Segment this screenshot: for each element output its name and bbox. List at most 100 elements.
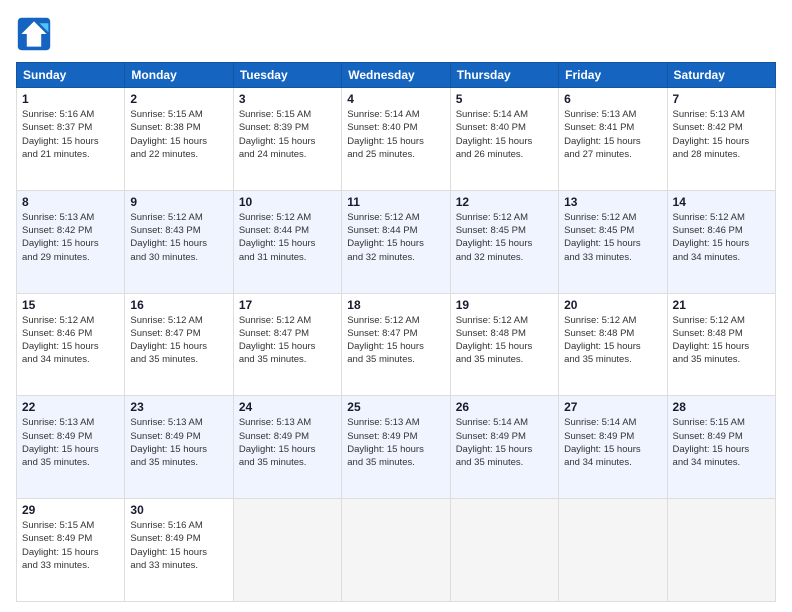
calendar-cell: 2 Sunrise: 5:15 AM Sunset: 8:38 PM Daylig… (125, 88, 233, 191)
calendar-cell (233, 499, 341, 602)
calendar-cell: 26 Sunrise: 5:14 AM Sunset: 8:49 PM Dayli… (450, 396, 558, 499)
day-number: 5 (456, 92, 553, 106)
day-info: Sunrise: 5:13 AM Sunset: 8:49 PM Dayligh… (239, 416, 336, 469)
day-number: 26 (456, 400, 553, 414)
day-info: Sunrise: 5:12 AM Sunset: 8:48 PM Dayligh… (456, 314, 553, 367)
day-info: Sunrise: 5:14 AM Sunset: 8:49 PM Dayligh… (564, 416, 661, 469)
calendar-cell: 21 Sunrise: 5:12 AM Sunset: 8:48 PM Dayli… (667, 293, 775, 396)
day-info: Sunrise: 5:15 AM Sunset: 8:39 PM Dayligh… (239, 108, 336, 161)
calendar-cell: 17 Sunrise: 5:12 AM Sunset: 8:47 PM Dayli… (233, 293, 341, 396)
calendar-week-row: 22 Sunrise: 5:13 AM Sunset: 8:49 PM Dayli… (17, 396, 776, 499)
day-number: 2 (130, 92, 227, 106)
day-number: 29 (22, 503, 119, 517)
weekday-header-thursday: Thursday (450, 63, 558, 88)
day-info: Sunrise: 5:12 AM Sunset: 8:46 PM Dayligh… (22, 314, 119, 367)
header (16, 16, 776, 52)
day-number: 8 (22, 195, 119, 209)
calendar-week-row: 1Sunrise: 5:16 AM Sunset: 8:37 PM Daylig… (17, 88, 776, 191)
weekday-header-friday: Friday (559, 63, 667, 88)
day-number: 9 (130, 195, 227, 209)
calendar-cell: 15 Sunrise: 5:12 AM Sunset: 8:46 PM Dayli… (17, 293, 125, 396)
logo (16, 16, 56, 52)
day-info: Sunrise: 5:12 AM Sunset: 8:46 PM Dayligh… (673, 211, 770, 264)
calendar-cell: 19 Sunrise: 5:12 AM Sunset: 8:48 PM Dayli… (450, 293, 558, 396)
calendar-cell: 16 Sunrise: 5:12 AM Sunset: 8:47 PM Dayli… (125, 293, 233, 396)
calendar-cell: 8 Sunrise: 5:13 AM Sunset: 8:42 PM Daylig… (17, 190, 125, 293)
day-info: Sunrise: 5:12 AM Sunset: 8:47 PM Dayligh… (130, 314, 227, 367)
calendar-cell: 4Sunrise: 5:14 AM Sunset: 8:40 PM Daylig… (342, 88, 450, 191)
day-number: 16 (130, 298, 227, 312)
day-number: 13 (564, 195, 661, 209)
weekday-header-saturday: Saturday (667, 63, 775, 88)
calendar-cell: 28Sunrise: 5:15 AM Sunset: 8:49 PM Dayli… (667, 396, 775, 499)
calendar-cell: 23 Sunrise: 5:13 AM Sunset: 8:49 PM Dayli… (125, 396, 233, 499)
day-info: Sunrise: 5:12 AM Sunset: 8:48 PM Dayligh… (673, 314, 770, 367)
day-number: 22 (22, 400, 119, 414)
day-number: 18 (347, 298, 444, 312)
day-number: 4 (347, 92, 444, 106)
logo-icon (16, 16, 52, 52)
day-info: Sunrise: 5:12 AM Sunset: 8:43 PM Dayligh… (130, 211, 227, 264)
day-number: 24 (239, 400, 336, 414)
calendar-cell: 6 Sunrise: 5:13 AM Sunset: 8:41 PM Daylig… (559, 88, 667, 191)
day-info: Sunrise: 5:12 AM Sunset: 8:48 PM Dayligh… (564, 314, 661, 367)
day-info: Sunrise: 5:12 AM Sunset: 8:44 PM Dayligh… (239, 211, 336, 264)
day-number: 17 (239, 298, 336, 312)
day-info: Sunrise: 5:12 AM Sunset: 8:45 PM Dayligh… (456, 211, 553, 264)
calendar-cell: 7 Sunrise: 5:13 AM Sunset: 8:42 PM Daylig… (667, 88, 775, 191)
calendar-cell: 1Sunrise: 5:16 AM Sunset: 8:37 PM Daylig… (17, 88, 125, 191)
weekday-header-wednesday: Wednesday (342, 63, 450, 88)
calendar-cell (559, 499, 667, 602)
day-number: 30 (130, 503, 227, 517)
day-info: Sunrise: 5:12 AM Sunset: 8:47 PM Dayligh… (239, 314, 336, 367)
day-info: Sunrise: 5:13 AM Sunset: 8:49 PM Dayligh… (130, 416, 227, 469)
day-info: Sunrise: 5:13 AM Sunset: 8:41 PM Dayligh… (564, 108, 661, 161)
day-number: 25 (347, 400, 444, 414)
day-number: 12 (456, 195, 553, 209)
day-number: 6 (564, 92, 661, 106)
calendar-table: SundayMondayTuesdayWednesdayThursdayFrid… (16, 62, 776, 602)
calendar-cell: 12 Sunrise: 5:12 AM Sunset: 8:45 PM Dayli… (450, 190, 558, 293)
day-info: Sunrise: 5:16 AM Sunset: 8:49 PM Dayligh… (130, 519, 227, 572)
calendar-cell: 3 Sunrise: 5:15 AM Sunset: 8:39 PM Daylig… (233, 88, 341, 191)
calendar-cell: 22 Sunrise: 5:13 AM Sunset: 8:49 PM Dayli… (17, 396, 125, 499)
day-number: 11 (347, 195, 444, 209)
day-info: Sunrise: 5:13 AM Sunset: 8:42 PM Dayligh… (673, 108, 770, 161)
day-number: 23 (130, 400, 227, 414)
day-number: 21 (673, 298, 770, 312)
day-info: Sunrise: 5:13 AM Sunset: 8:42 PM Dayligh… (22, 211, 119, 264)
day-number: 15 (22, 298, 119, 312)
weekday-header-tuesday: Tuesday (233, 63, 341, 88)
calendar-cell (450, 499, 558, 602)
day-number: 19 (456, 298, 553, 312)
day-info: Sunrise: 5:14 AM Sunset: 8:49 PM Dayligh… (456, 416, 553, 469)
day-number: 10 (239, 195, 336, 209)
calendar-cell: 9 Sunrise: 5:12 AM Sunset: 8:43 PM Daylig… (125, 190, 233, 293)
day-info: Sunrise: 5:13 AM Sunset: 8:49 PM Dayligh… (347, 416, 444, 469)
day-number: 14 (673, 195, 770, 209)
day-number: 3 (239, 92, 336, 106)
day-info: Sunrise: 5:12 AM Sunset: 8:45 PM Dayligh… (564, 211, 661, 264)
day-info: Sunrise: 5:12 AM Sunset: 8:44 PM Dayligh… (347, 211, 444, 264)
calendar-cell: 24 Sunrise: 5:13 AM Sunset: 8:49 PM Dayli… (233, 396, 341, 499)
calendar-cell (667, 499, 775, 602)
calendar-cell (342, 499, 450, 602)
weekday-header-sunday: Sunday (17, 63, 125, 88)
calendar-cell: 13 Sunrise: 5:12 AM Sunset: 8:45 PM Dayli… (559, 190, 667, 293)
day-info: Sunrise: 5:14 AM Sunset: 8:40 PM Dayligh… (456, 108, 553, 161)
day-info: Sunrise: 5:12 AM Sunset: 8:47 PM Dayligh… (347, 314, 444, 367)
day-info: Sunrise: 5:15 AM Sunset: 8:49 PM Dayligh… (673, 416, 770, 469)
day-number: 7 (673, 92, 770, 106)
day-number: 27 (564, 400, 661, 414)
calendar-cell: 14 Sunrise: 5:12 AM Sunset: 8:46 PM Dayli… (667, 190, 775, 293)
page: SundayMondayTuesdayWednesdayThursdayFrid… (0, 0, 792, 612)
day-info: Sunrise: 5:13 AM Sunset: 8:49 PM Dayligh… (22, 416, 119, 469)
day-info: Sunrise: 5:15 AM Sunset: 8:38 PM Dayligh… (130, 108, 227, 161)
day-info: Sunrise: 5:16 AM Sunset: 8:37 PM Dayligh… (22, 108, 119, 161)
day-info: Sunrise: 5:15 AM Sunset: 8:49 PM Dayligh… (22, 519, 119, 572)
calendar-cell: 18 Sunrise: 5:12 AM Sunset: 8:47 PM Dayli… (342, 293, 450, 396)
day-number: 20 (564, 298, 661, 312)
calendar-cell: 5 Sunrise: 5:14 AM Sunset: 8:40 PM Daylig… (450, 88, 558, 191)
calendar-cell: 25 Sunrise: 5:13 AM Sunset: 8:49 PM Dayli… (342, 396, 450, 499)
calendar-cell: 29 Sunrise: 5:15 AM Sunset: 8:49 PM Dayli… (17, 499, 125, 602)
